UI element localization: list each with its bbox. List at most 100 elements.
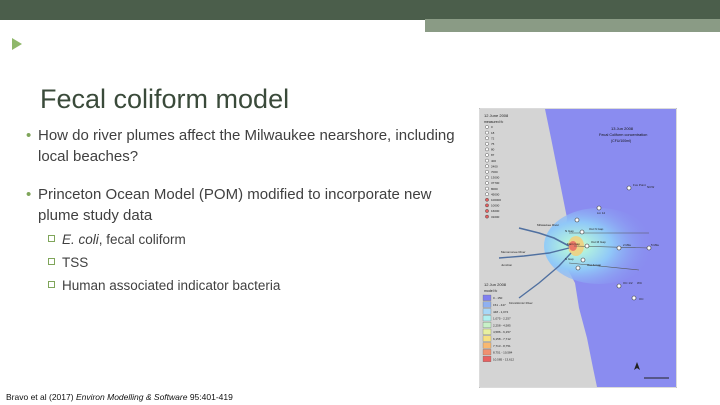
plume-area <box>544 208 654 284</box>
legend-marker <box>485 203 489 208</box>
legend-marker <box>485 198 489 202</box>
legend-value: 75 <box>491 142 495 146</box>
legend-value: 18 <box>491 131 495 135</box>
sub-bullet-text: TSS <box>62 255 89 270</box>
legend-swatch <box>482 294 492 301</box>
plume-map-svg: 12 June 2008 measured fc 018727580874002… <box>478 107 678 389</box>
legend-value: 72 <box>491 136 495 140</box>
legend-value: 0 - 150 <box>493 296 503 300</box>
legend-value: 37700 <box>491 181 500 185</box>
legend-marker <box>485 175 489 180</box>
legend-value: 2400 <box>491 164 498 168</box>
triangle-decoration-icon <box>12 38 22 50</box>
sub-bullet-square-icon <box>48 235 55 242</box>
place-label: Fox Point <box>633 183 646 187</box>
bullet-dot-icon: • <box>26 186 32 203</box>
legend-value: 4,586 - 6,157 <box>493 330 511 334</box>
figure-title-line3: (CFU/100ml) <box>611 139 631 143</box>
citation-ref: 95:401-419 <box>187 392 233 402</box>
place-label: S Gap <box>565 257 574 261</box>
legend-marker <box>485 158 489 163</box>
legend-marker <box>485 125 489 129</box>
legend-value: 1,075 - 2,257 <box>493 317 511 321</box>
legend-value: 45000 <box>491 192 500 196</box>
legend-marker <box>485 164 489 169</box>
sub-bullet-item: TSS <box>22 253 462 272</box>
legend-value: 400 <box>491 159 496 163</box>
bullet-item: • Princeton Ocean Model (POM) modified t… <box>22 184 462 226</box>
bullet-text: How do river plumes affect the Milwaukee… <box>38 127 455 165</box>
legend-swatch <box>482 335 492 342</box>
legend-value: 16000 <box>491 209 500 213</box>
slide-title: Fecal coliform model <box>40 84 290 114</box>
legend-swatch <box>482 322 492 328</box>
legend-marker <box>485 214 489 219</box>
bullet-dot-icon: • <box>26 127 32 144</box>
place-label: Out M Gap <box>591 240 606 244</box>
legend-swatch <box>482 315 492 322</box>
place-label: Main Gap <box>567 242 580 246</box>
legend-marker <box>485 181 489 185</box>
place-label: 5 Mile <box>651 243 659 247</box>
legend-marker <box>485 170 489 174</box>
figure-title-line2: Fecal Coliform concentration <box>599 133 647 137</box>
legend-value: 87 <box>491 153 495 157</box>
legend-marker <box>485 136 489 141</box>
legend-value: 7,713 - 8,751 <box>493 344 511 348</box>
legend-value: 448 - 1,074 <box>493 310 509 314</box>
place-label: Menomonee River <box>501 250 526 254</box>
legend-swatch <box>482 356 492 362</box>
bullet-text: Princeton Ocean Model (POM) modified to … <box>38 186 432 224</box>
place-label: OC 1/2 <box>623 281 633 285</box>
sub-bullet-square-icon <box>48 258 55 265</box>
legend-value: 151 - 447 <box>493 303 506 307</box>
legend-swatch <box>482 342 492 349</box>
figure-date-bottom: 12 Jun 2008 <box>484 282 507 287</box>
legend-value: 100000 <box>491 198 501 202</box>
bullet-list: • How do river plumes affect the Milwauk… <box>22 125 462 299</box>
legend-value: 80 <box>491 148 495 152</box>
citation-authors: Bravo et al (2017) <box>6 392 76 402</box>
citation: Bravo et al (2017) Environ Modelling & S… <box>6 392 233 402</box>
legend-top-label: measured fc <box>484 120 504 124</box>
place-label: Out S Gap <box>587 263 602 267</box>
top-bar-accent <box>425 19 720 32</box>
legend-value: 2,258 - 4,585 <box>493 323 511 327</box>
sub-bullet-text: E. coli, fecal coliform <box>62 232 186 247</box>
legend-value: 8,751 - 10,584 <box>493 351 513 355</box>
legend-marker <box>485 147 489 152</box>
legend-marker <box>485 142 489 146</box>
legend-value: 10,585 - 13,612 <box>493 357 514 361</box>
legend-value: 31000 <box>491 215 500 219</box>
figure-title-line1: 13 Jun 2008 <box>611 126 634 131</box>
legend-value: 10000 <box>491 204 500 208</box>
legend-value: 7000 <box>491 170 498 174</box>
figure-date-top: 12 June 2008 <box>484 113 509 118</box>
legend-swatch <box>482 349 492 356</box>
sub-bullet-item: E. coli, fecal coliform <box>22 230 462 249</box>
legend-swatch <box>482 328 492 335</box>
legend-swatch <box>482 301 492 308</box>
legend-marker <box>485 209 489 213</box>
sub-bullet-text: Human associated indicator bacteria <box>62 278 281 293</box>
place-label: Kinnickinnic River <box>509 301 533 305</box>
place-label: Out N Gap <box>589 227 604 231</box>
place-label: 2 Mile <box>623 243 631 247</box>
place-label: NCW <box>647 185 654 189</box>
legend-value: 13000 <box>491 176 500 180</box>
place-label: Lin 12 <box>597 211 606 215</box>
legend-marker <box>485 186 489 191</box>
place-label: Junction <box>501 263 513 267</box>
sub-bullet-item: Human associated indicator bacteria <box>22 276 462 295</box>
plume-map-figure: 12 June 2008 measured fc 0 18 72 75 80 87 400 2… <box>478 107 678 389</box>
legend-swatch <box>482 308 492 315</box>
bullet-item: • How do river plumes affect the Milwauk… <box>22 125 462 167</box>
citation-journal: Environ Modelling & Software <box>75 392 188 402</box>
top-bar <box>0 0 720 20</box>
legend-marker <box>485 192 489 196</box>
sub-bullet-square-icon <box>48 281 55 288</box>
legend-value: 6,158 - 7,712 <box>493 337 511 341</box>
place-label: N Gap <box>565 229 574 233</box>
legend-bottom-label: model fc <box>484 289 497 293</box>
legend-marker <box>485 153 489 157</box>
